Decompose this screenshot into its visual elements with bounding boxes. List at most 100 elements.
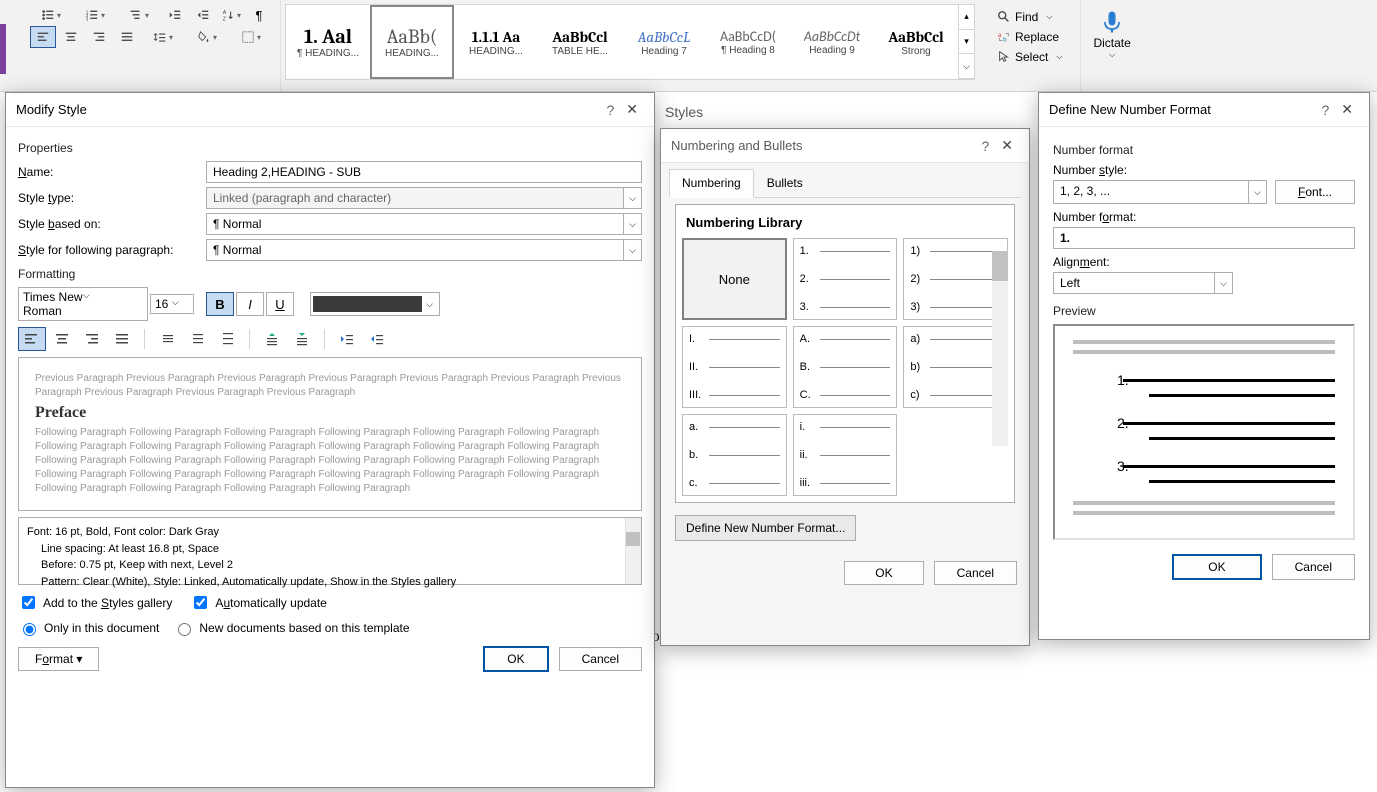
section-label: Properties	[18, 141, 642, 155]
help-button[interactable]: ?	[975, 138, 995, 154]
style-item[interactable]: AaBbCcLHeading 7	[622, 5, 706, 79]
spacing-1.5[interactable]	[183, 327, 211, 351]
numbering-option[interactable]: i.ii.iii.	[793, 414, 898, 496]
svg-text:A: A	[223, 10, 227, 16]
following-label: Style for following paragraph:	[18, 243, 198, 257]
style-dropdown[interactable]: ⌵	[1249, 180, 1267, 204]
numbering-none[interactable]: None	[682, 238, 787, 320]
styles-gallery: 1. Aal¶ HEADING...AaBb(HEADING...1.1.1 A…	[281, 0, 979, 91]
desc-scrollbar[interactable]	[625, 518, 641, 584]
help-button[interactable]: ?	[600, 102, 620, 118]
type-combo[interactable]: Linked (paragraph and character)	[206, 187, 624, 209]
add-gallery-checkbox[interactable]: Add to the Styles gallery	[18, 593, 172, 612]
spacing-1[interactable]	[153, 327, 181, 351]
format-input[interactable]	[1053, 227, 1355, 249]
style-item[interactable]: 1.1.1 AaHEADING...	[454, 5, 538, 79]
bullets-tab[interactable]: Bullets	[754, 169, 816, 197]
style-item[interactable]: AaBbCclTABLE HE...	[538, 5, 622, 79]
shading-button[interactable]	[186, 26, 228, 48]
para-left[interactable]	[18, 327, 46, 351]
svg-text:b: b	[1003, 36, 1007, 43]
style-item[interactable]: AaBbCclStrong	[874, 5, 958, 79]
define-new-format-button[interactable]: Define New Number Format...	[675, 515, 856, 541]
name-input[interactable]	[206, 161, 642, 183]
numbering-option[interactable]: I.II.III.	[682, 326, 787, 408]
bullets-button[interactable]	[30, 4, 72, 26]
gallery-down[interactable]: ▾	[959, 30, 974, 55]
dictate-button[interactable]: Dictate⌵	[1080, 0, 1142, 91]
based-dropdown[interactable]: ⌵	[624, 213, 642, 235]
cancel-button[interactable]: Cancel	[934, 561, 1017, 585]
bold-button[interactable]: B	[206, 292, 234, 316]
editing-group: Find⌵ abReplace Select⌵	[979, 0, 1080, 91]
style-combo[interactable]: 1, 2, 3, ...	[1053, 180, 1249, 204]
font-button[interactable]: Font...	[1275, 180, 1355, 204]
select-button[interactable]: Select⌵	[993, 48, 1066, 66]
space-before-dec[interactable]	[288, 327, 316, 351]
font-name-combo[interactable]: Times New Roman⌵	[18, 287, 148, 321]
align-combo[interactable]: Left	[1053, 272, 1215, 294]
formatting-label: Formatting	[18, 267, 642, 281]
para-center[interactable]	[48, 327, 76, 351]
gallery-up[interactable]: ▴	[959, 5, 974, 30]
italic-button[interactable]: I	[236, 292, 264, 316]
close-button[interactable]: ✕	[620, 101, 644, 118]
para-right[interactable]	[78, 327, 106, 351]
numbering-option[interactable]: a.b.c.	[682, 414, 787, 496]
svg-text:Z: Z	[223, 16, 227, 22]
dialog-title: Numbering and Bullets	[671, 138, 975, 153]
only-doc-radio[interactable]: Only in this document	[18, 620, 159, 636]
style-item[interactable]: AaBbCcD(¶ Heading 8	[706, 5, 790, 79]
cancel-button[interactable]: Cancel	[1272, 554, 1355, 580]
find-button[interactable]: Find⌵	[993, 8, 1066, 26]
align-dropdown[interactable]: ⌵	[1215, 272, 1233, 294]
numbering-button[interactable]: 123	[74, 4, 116, 26]
auto-update-checkbox[interactable]: Automatically update	[190, 593, 326, 612]
line-spacing-button[interactable]	[142, 26, 184, 48]
align-label: Alignment:	[1053, 255, 1355, 269]
align-right-button[interactable]	[86, 26, 112, 48]
font-color-button[interactable]: ⌵	[310, 292, 440, 316]
ok-button[interactable]: OK	[844, 561, 923, 585]
gallery-more[interactable]: ⌵	[959, 54, 974, 79]
style-item[interactable]: 1. Aal¶ HEADING...	[286, 5, 370, 79]
cancel-button[interactable]: Cancel	[559, 647, 642, 671]
based-combo[interactable]: ¶ Normal	[206, 213, 624, 235]
underline-button[interactable]: U	[266, 292, 294, 316]
para-justify[interactable]	[108, 327, 136, 351]
following-dropdown[interactable]: ⌵	[624, 239, 642, 261]
multilevel-button[interactable]	[118, 4, 160, 26]
format-menu-button[interactable]: Format ▾	[18, 647, 99, 671]
numbering-option[interactable]: A.B.C.	[793, 326, 898, 408]
sort-button[interactable]: AZ	[218, 4, 244, 26]
library-scrollbar[interactable]	[992, 251, 1008, 446]
decrease-indent-button[interactable]	[162, 4, 188, 26]
justify-button[interactable]	[114, 26, 140, 48]
ok-button[interactable]: OK	[1172, 554, 1261, 580]
style-item[interactable]: AaBb(HEADING...	[370, 5, 454, 79]
following-combo[interactable]: ¶ Normal	[206, 239, 624, 261]
align-left-button[interactable]	[30, 26, 56, 48]
new-docs-radio[interactable]: New documents based on this template	[173, 620, 409, 636]
indent-inc[interactable]	[363, 327, 391, 351]
close-button[interactable]: ✕	[1335, 101, 1359, 118]
numbering-option[interactable]: 1.2.3.	[793, 238, 898, 320]
borders-button[interactable]	[230, 26, 272, 48]
preview-label: Preview	[1053, 304, 1355, 318]
ribbon: 123 AZ ¶ 1. Aal¶ HEADING...AaBb(HEADING.…	[0, 0, 1377, 92]
close-button[interactable]: ✕	[995, 137, 1019, 154]
font-size-combo[interactable]: 16⌵	[150, 294, 194, 314]
numbering-tab[interactable]: Numbering	[669, 169, 754, 198]
ok-button[interactable]: OK	[483, 646, 548, 672]
type-dropdown[interactable]: ⌵	[624, 187, 642, 209]
align-center-button[interactable]	[58, 26, 84, 48]
indent-dec[interactable]	[333, 327, 361, 351]
help-button[interactable]: ?	[1315, 102, 1335, 118]
replace-button[interactable]: abReplace	[993, 28, 1066, 46]
show-marks-button[interactable]: ¶	[246, 4, 272, 26]
space-before-inc[interactable]	[258, 327, 286, 351]
increase-indent-button[interactable]	[190, 4, 216, 26]
preview-list: 1.2.3.	[1053, 324, 1355, 540]
style-item[interactable]: AaBbCcDtHeading 9	[790, 5, 874, 79]
spacing-2[interactable]	[213, 327, 241, 351]
